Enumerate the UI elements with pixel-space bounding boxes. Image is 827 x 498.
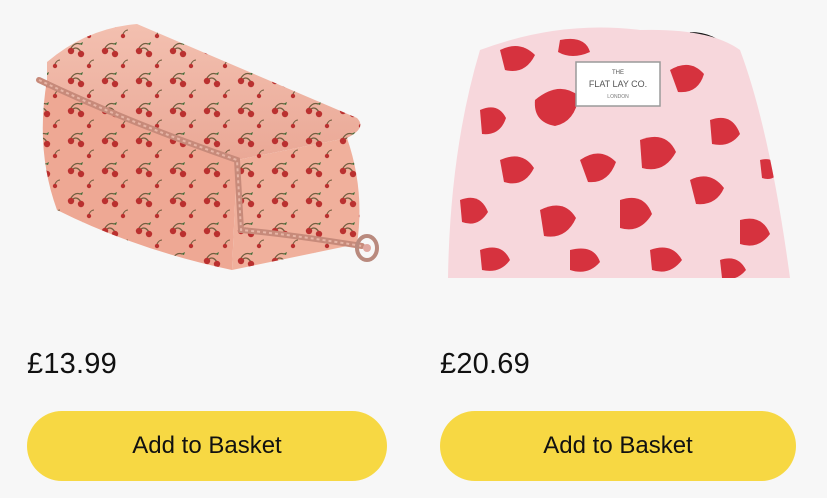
product-image[interactable] [27, 10, 387, 300]
leopard-print-drawstring-bag-icon: THE FLAT LAY CO. LONDON [448, 27, 790, 278]
product-image[interactable]: THE FLAT LAY CO. LONDON [440, 10, 800, 300]
cherry-print-makeup-bag-icon [36, 24, 379, 270]
label-line-3: LONDON [607, 94, 629, 100]
product-price: £13.99 [27, 348, 117, 380]
label-line-2: FLAT LAY CO. [589, 79, 647, 89]
add-to-basket-button[interactable]: Add to Basket [27, 411, 387, 481]
label-line-1: THE [612, 70, 624, 76]
add-to-basket-button[interactable]: Add to Basket [440, 411, 796, 481]
product-card-leopard-bag: THE FLAT LAY CO. LONDON £20.69 Add to Ba… [440, 0, 800, 498]
product-price: £20.69 [440, 348, 530, 380]
product-card-cherry-bag: £13.99 Add to Basket [27, 0, 387, 498]
